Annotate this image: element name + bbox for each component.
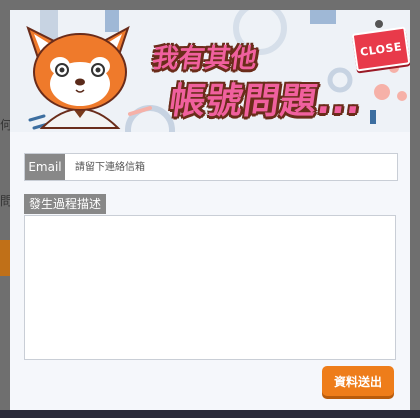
background-footer	[0, 410, 420, 418]
close-button[interactable]: CLOSE	[351, 26, 410, 72]
background-element	[0, 240, 10, 276]
dialog-banner: 我有其他 帳號問題... CLOSE	[10, 10, 410, 132]
email-label: Email	[25, 154, 65, 180]
submit-button[interactable]: 資料送出	[322, 366, 394, 396]
red-panda-mascot-icon	[26, 25, 130, 129]
email-field-group: Email	[24, 153, 398, 181]
banner-title-line-2: 帳號問題...	[166, 81, 365, 122]
description-textarea[interactable]	[24, 215, 396, 360]
description-label: 發生過程描述	[24, 194, 107, 214]
banner-title-line-1: 我有其他	[150, 44, 259, 74]
account-issue-dialog: 我有其他 帳號問題... CLOSE Email 發生過程描述 資料送出	[10, 10, 410, 410]
email-input[interactable]	[65, 154, 397, 180]
close-sign-pin	[375, 20, 383, 28]
